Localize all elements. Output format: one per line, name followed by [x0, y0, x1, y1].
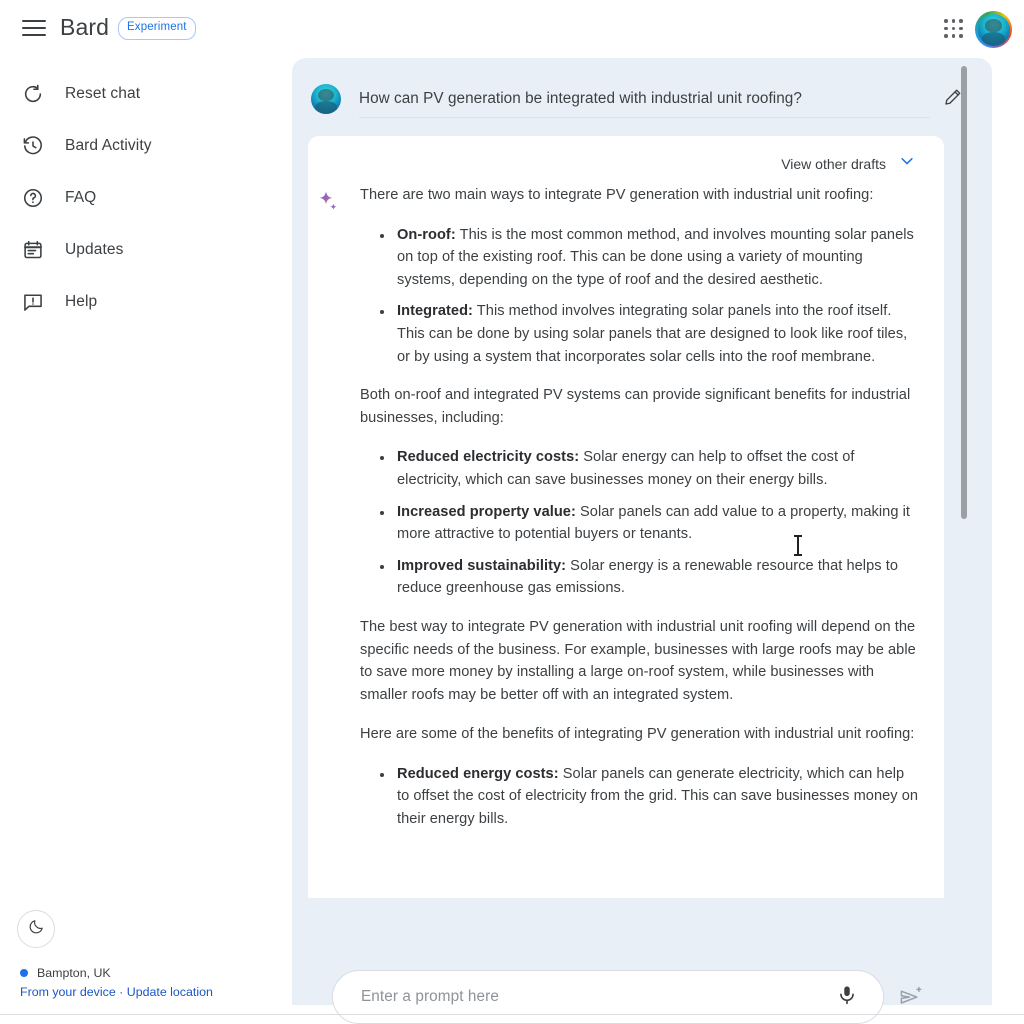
sidebar: Reset chat Bard Activity FAQ Updates Hel… — [0, 58, 292, 1024]
list-item-text: This method involves integrating solar p… — [397, 303, 908, 365]
answer-intro: There are two main ways to integrate PV … — [360, 187, 874, 203]
text-cursor — [794, 535, 802, 556]
list-item-term: Integrated: — [397, 303, 473, 320]
sidebar-item-label: FAQ — [65, 189, 97, 206]
list-item-text: This is the most common method, and invo… — [397, 226, 914, 288]
user-avatar — [311, 84, 341, 114]
list-item-term: Increased property value: — [397, 503, 576, 520]
send-sparkle-icon — [898, 986, 924, 1015]
location-row: Bampton, UK — [20, 966, 282, 980]
sidebar-item-bard-activity[interactable]: Bard Activity — [0, 127, 292, 165]
sidebar-item-updates[interactable]: Updates — [0, 231, 292, 269]
list-item: Reduced energy costs: Solar panels can g… — [394, 763, 920, 831]
brand-name: Bard — [60, 14, 109, 40]
list-item: Improved sustainability: Solar energy is… — [394, 555, 920, 600]
list-item-term: Improved sustainability: — [397, 557, 567, 574]
bottom-divider — [0, 1014, 1024, 1015]
prompt-input[interactable]: Enter a prompt here — [332, 970, 884, 1024]
answer-card: View other drafts There are two main way… — [308, 136, 944, 898]
sidebar-item-reset-chat[interactable]: Reset chat — [0, 75, 292, 113]
prompt-input-placeholder[interactable]: Enter a prompt here — [361, 988, 833, 1006]
sidebar-item-faq[interactable]: FAQ — [0, 179, 292, 217]
location-dot-icon — [20, 969, 28, 977]
sidebar-item-label: Bard Activity — [65, 137, 152, 154]
view-other-drafts-label: View other drafts — [781, 155, 886, 172]
conversation-thread: How can PV generation be integrated with… — [292, 58, 992, 898]
experiment-badge: Experiment — [117, 17, 196, 40]
refresh-icon — [22, 83, 44, 105]
answer-body: There are two main ways to integrate PV … — [308, 184, 944, 847]
calendar-icon — [22, 239, 44, 261]
history-icon — [22, 135, 44, 157]
sidebar-item-label: Reset chat — [65, 85, 141, 102]
benefits-list: Reduced electricity costs: Solar energy … — [360, 446, 920, 600]
methods-list: On-roof: This is the most common method,… — [360, 224, 920, 369]
moon-icon — [28, 918, 45, 940]
hamburger-menu-icon[interactable] — [22, 17, 46, 39]
location-name: Bampton, UK — [37, 966, 111, 980]
location-block: Bampton, UK From your device · Update lo… — [20, 966, 282, 999]
sidebar-item-label: Help — [65, 293, 98, 310]
view-other-drafts-button[interactable]: View other drafts — [781, 152, 916, 175]
list-item: Increased property value: Solar panels c… — [394, 501, 920, 546]
user-prompt-text: How can PV generation be integrated with… — [359, 81, 930, 118]
apps-grid-icon[interactable] — [944, 19, 964, 39]
chevron-down-icon — [898, 152, 916, 175]
microphone-icon — [836, 984, 858, 1011]
benefits2-intro: Here are some of the benefits of integra… — [360, 726, 915, 743]
update-location-link[interactable]: Update location — [127, 985, 213, 999]
location-sub: From your device · Update location — [20, 985, 282, 999]
list-item-term: On-roof: — [397, 226, 456, 243]
feedback-icon — [22, 291, 44, 313]
microphone-button[interactable] — [833, 983, 861, 1011]
list-item: Integrated: This method involves integra… — [394, 300, 920, 368]
sidebar-item-help[interactable]: Help — [0, 283, 292, 321]
list-item-term: Reduced energy costs: — [397, 765, 559, 782]
scrollbar-track[interactable] — [961, 66, 968, 896]
user-prompt-row: How can PV generation be integrated with… — [306, 68, 978, 130]
location-source: From your device — [20, 985, 116, 999]
bard-sparkle-icon — [316, 190, 342, 216]
pencil-edit-icon — [943, 87, 963, 112]
brand: Bard Experiment — [60, 13, 196, 41]
help-circle-icon — [22, 187, 44, 209]
bard-app: Bard Experiment Reset chat Bard Activity… — [0, 0, 1024, 1024]
scrollbar-thumb[interactable] — [961, 66, 967, 519]
list-item-term: Reduced electricity costs: — [397, 449, 580, 466]
avatar-photo — [977, 13, 1010, 46]
send-button[interactable] — [898, 985, 924, 1011]
avatar[interactable] — [975, 11, 1012, 48]
dark-mode-toggle[interactable] — [17, 910, 55, 948]
list-item: On-roof: This is the most common method,… — [394, 224, 920, 292]
benefits2-list: Reduced energy costs: Solar panels can g… — [360, 763, 920, 831]
benefits-intro: Both on-roof and integrated PV systems c… — [360, 387, 911, 426]
top-bar: Bard Experiment — [0, 0, 1024, 58]
answer-closing: The best way to integrate PV generation … — [360, 618, 916, 703]
answer-text: There are two main ways to integrate PV … — [360, 184, 920, 831]
chat-panel: How can PV generation be integrated with… — [292, 58, 992, 1024]
list-item: Reduced electricity costs: Solar energy … — [394, 446, 920, 491]
sidebar-item-label: Updates — [65, 241, 124, 258]
